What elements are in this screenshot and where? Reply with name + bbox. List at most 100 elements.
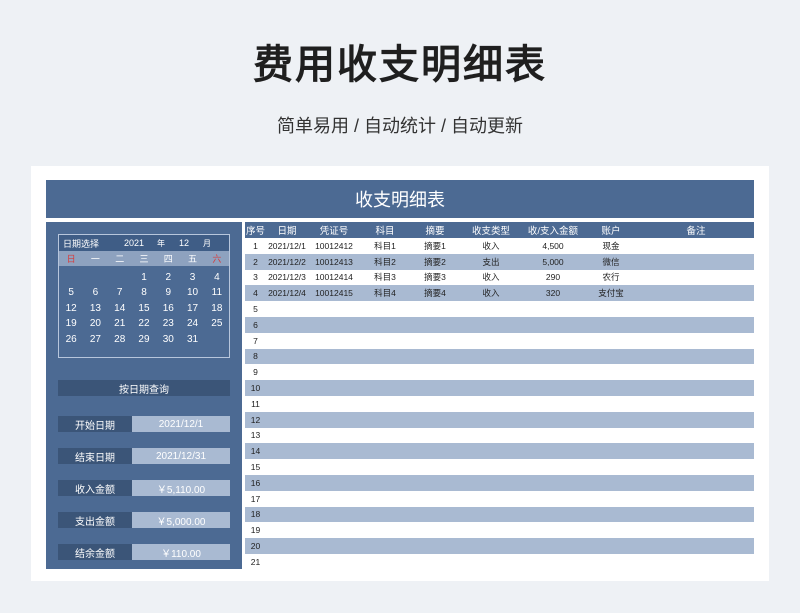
year-selector[interactable]: 2021 bbox=[117, 238, 151, 248]
calendar-day[interactable]: 8 bbox=[132, 285, 156, 300]
calendar-day[interactable]: 23 bbox=[156, 316, 180, 331]
calendar-day[interactable]: 28 bbox=[108, 332, 132, 347]
calendar-day[interactable]: 31 bbox=[180, 332, 204, 347]
calendar-day[interactable]: 22 bbox=[132, 316, 156, 331]
col-index-cell[interactable]: 18 bbox=[245, 509, 266, 519]
col-subject-cell[interactable]: 科目1 bbox=[360, 240, 410, 252]
calendar-day[interactable]: 12 bbox=[59, 301, 83, 316]
calendar-day[interactable]: 26 bbox=[59, 332, 83, 347]
col-amount-cell[interactable]: 4,500 bbox=[522, 241, 584, 251]
table-row: 18 bbox=[245, 506, 754, 523]
calendar-day[interactable]: 20 bbox=[83, 316, 107, 331]
col-index-cell[interactable]: 15 bbox=[245, 462, 266, 472]
col-subject-cell[interactable]: 科目4 bbox=[360, 287, 410, 299]
col-voucher-cell[interactable]: 10012413 bbox=[308, 257, 360, 267]
calendar-day[interactable]: 2 bbox=[156, 270, 180, 285]
col-type-cell[interactable]: 收入 bbox=[460, 271, 522, 283]
calendar-empty-cell bbox=[83, 270, 107, 285]
table-row: 13 bbox=[245, 428, 754, 444]
col-index-cell[interactable]: 5 bbox=[245, 304, 266, 314]
col-amount-cell[interactable]: 320 bbox=[522, 288, 584, 298]
table-row: 14 bbox=[245, 443, 754, 460]
calendar-empty-cell bbox=[108, 270, 132, 285]
col-date-cell[interactable]: 2021/12/2 bbox=[266, 257, 308, 267]
col-index-cell[interactable]: 1 bbox=[245, 241, 266, 251]
col-index-cell[interactable]: 9 bbox=[245, 367, 266, 377]
col-voucher-cell[interactable]: 10012415 bbox=[308, 288, 360, 298]
expense-amount-field: 支出金额 ￥5,000.00 bbox=[58, 512, 230, 528]
col-subject-cell[interactable]: 科目3 bbox=[360, 271, 410, 283]
filter-panel: 日期选择 2021 年 12 月 日一二三四五六 1 2 3 4 5 6 7 8 9 10 11 12… bbox=[46, 222, 242, 569]
calendar-day[interactable]: 24 bbox=[180, 316, 204, 331]
col-index-cell[interactable]: 21 bbox=[245, 557, 266, 567]
table-row: 10 bbox=[245, 380, 754, 396]
calendar-day[interactable]: 21 bbox=[108, 316, 132, 331]
income-amount-field: 收入金额 ￥5,110.00 bbox=[58, 480, 230, 496]
calendar-day[interactable]: 9 bbox=[156, 285, 180, 300]
col-index-cell[interactable]: 14 bbox=[245, 446, 266, 456]
col-index-cell[interactable]: 13 bbox=[245, 430, 266, 440]
calendar-day[interactable]: 10 bbox=[180, 285, 204, 300]
col-date-cell[interactable]: 2021/12/4 bbox=[266, 288, 308, 298]
col-type-header: 收支类型 bbox=[471, 226, 510, 237]
col-index-cell[interactable]: 16 bbox=[245, 478, 266, 488]
col-date-cell[interactable]: 2021/12/1 bbox=[266, 241, 308, 251]
col-index-cell[interactable]: 8 bbox=[245, 351, 266, 361]
col-account-cell[interactable]: 农行 bbox=[584, 271, 638, 283]
col-subject-cell[interactable]: 科目2 bbox=[360, 256, 410, 268]
col-index-cell[interactable]: 19 bbox=[245, 525, 266, 535]
calendar-day[interactable]: 13 bbox=[83, 301, 107, 316]
calendar-day[interactable]: 30 bbox=[156, 332, 180, 347]
col-amount-cell[interactable]: 290 bbox=[522, 272, 584, 282]
calendar-day[interactable]: 6 bbox=[83, 285, 107, 300]
col-index-cell[interactable]: 12 bbox=[245, 415, 266, 425]
weekday-label: 六 bbox=[212, 254, 222, 264]
month-selector[interactable]: 12 bbox=[171, 238, 197, 248]
col-type-cell[interactable]: 收入 bbox=[460, 240, 522, 252]
calendar-day[interactable]: 18 bbox=[205, 301, 229, 316]
calendar-day[interactable]: 16 bbox=[156, 301, 180, 316]
col-index-cell[interactable]: 3 bbox=[245, 272, 266, 282]
calendar-day[interactable]: 7 bbox=[108, 285, 132, 300]
year-unit: 年 bbox=[157, 238, 165, 248]
calendar-day[interactable]: 25 bbox=[205, 316, 229, 331]
calendar-day[interactable]: 27 bbox=[83, 332, 107, 347]
calendar-day[interactable]: 4 bbox=[205, 270, 229, 285]
calendar-day[interactable]: 29 bbox=[132, 332, 156, 347]
col-date-cell[interactable]: 2021/12/3 bbox=[266, 272, 308, 282]
col-account-header: 账户 bbox=[601, 226, 621, 237]
col-amount-cell[interactable]: 5,000 bbox=[522, 257, 584, 267]
calendar-day[interactable]: 3 bbox=[180, 270, 204, 285]
calendar-day[interactable]: 19 bbox=[59, 316, 83, 331]
col-voucher-cell[interactable]: 10012414 bbox=[308, 272, 360, 282]
calendar-day[interactable]: 1 bbox=[132, 270, 156, 285]
col-index-cell[interactable]: 10 bbox=[245, 383, 266, 393]
calendar-day[interactable]: 11 bbox=[205, 285, 229, 300]
col-summary-cell[interactable]: 摘要3 bbox=[410, 271, 460, 283]
col-summary-cell[interactable]: 摘要4 bbox=[410, 287, 460, 299]
col-account-cell[interactable]: 微信 bbox=[584, 256, 638, 268]
col-type-cell[interactable]: 收入 bbox=[460, 287, 522, 299]
col-account-cell[interactable]: 支付宝 bbox=[584, 287, 638, 299]
col-index-cell[interactable]: 6 bbox=[245, 320, 266, 330]
calendar-day[interactable]: 15 bbox=[132, 301, 156, 316]
calendar-day[interactable]: 17 bbox=[180, 301, 204, 316]
col-summary-cell[interactable]: 摘要2 bbox=[410, 256, 460, 268]
col-index-cell[interactable]: 2 bbox=[245, 257, 266, 267]
col-account-cell[interactable]: 现金 bbox=[584, 240, 638, 252]
start-date-value[interactable]: 2021/12/1 bbox=[132, 416, 230, 432]
col-index-cell[interactable]: 4 bbox=[245, 288, 266, 298]
col-index-cell[interactable]: 20 bbox=[245, 541, 266, 551]
calendar-day[interactable]: 5 bbox=[59, 285, 83, 300]
col-index-cell[interactable]: 17 bbox=[245, 494, 266, 504]
col-summary-cell[interactable]: 摘要1 bbox=[410, 240, 460, 252]
col-index-cell[interactable]: 7 bbox=[245, 336, 266, 346]
income-amount-label: 收入金额 bbox=[58, 480, 132, 496]
query-by-date-button[interactable]: 按日期查询 bbox=[58, 380, 230, 396]
end-date-value[interactable]: 2021/12/31 bbox=[132, 448, 230, 464]
calendar-day[interactable]: 14 bbox=[108, 301, 132, 316]
col-index-cell[interactable]: 11 bbox=[245, 399, 266, 409]
col-voucher-cell[interactable]: 10012412 bbox=[308, 241, 360, 251]
ledger-table: 序号 日期 凭证号 科目 摘要 收支类型 收/支入金额 账户 备注 1 2021/12/1 1001… bbox=[245, 222, 754, 569]
col-type-cell[interactable]: 支出 bbox=[460, 256, 522, 268]
